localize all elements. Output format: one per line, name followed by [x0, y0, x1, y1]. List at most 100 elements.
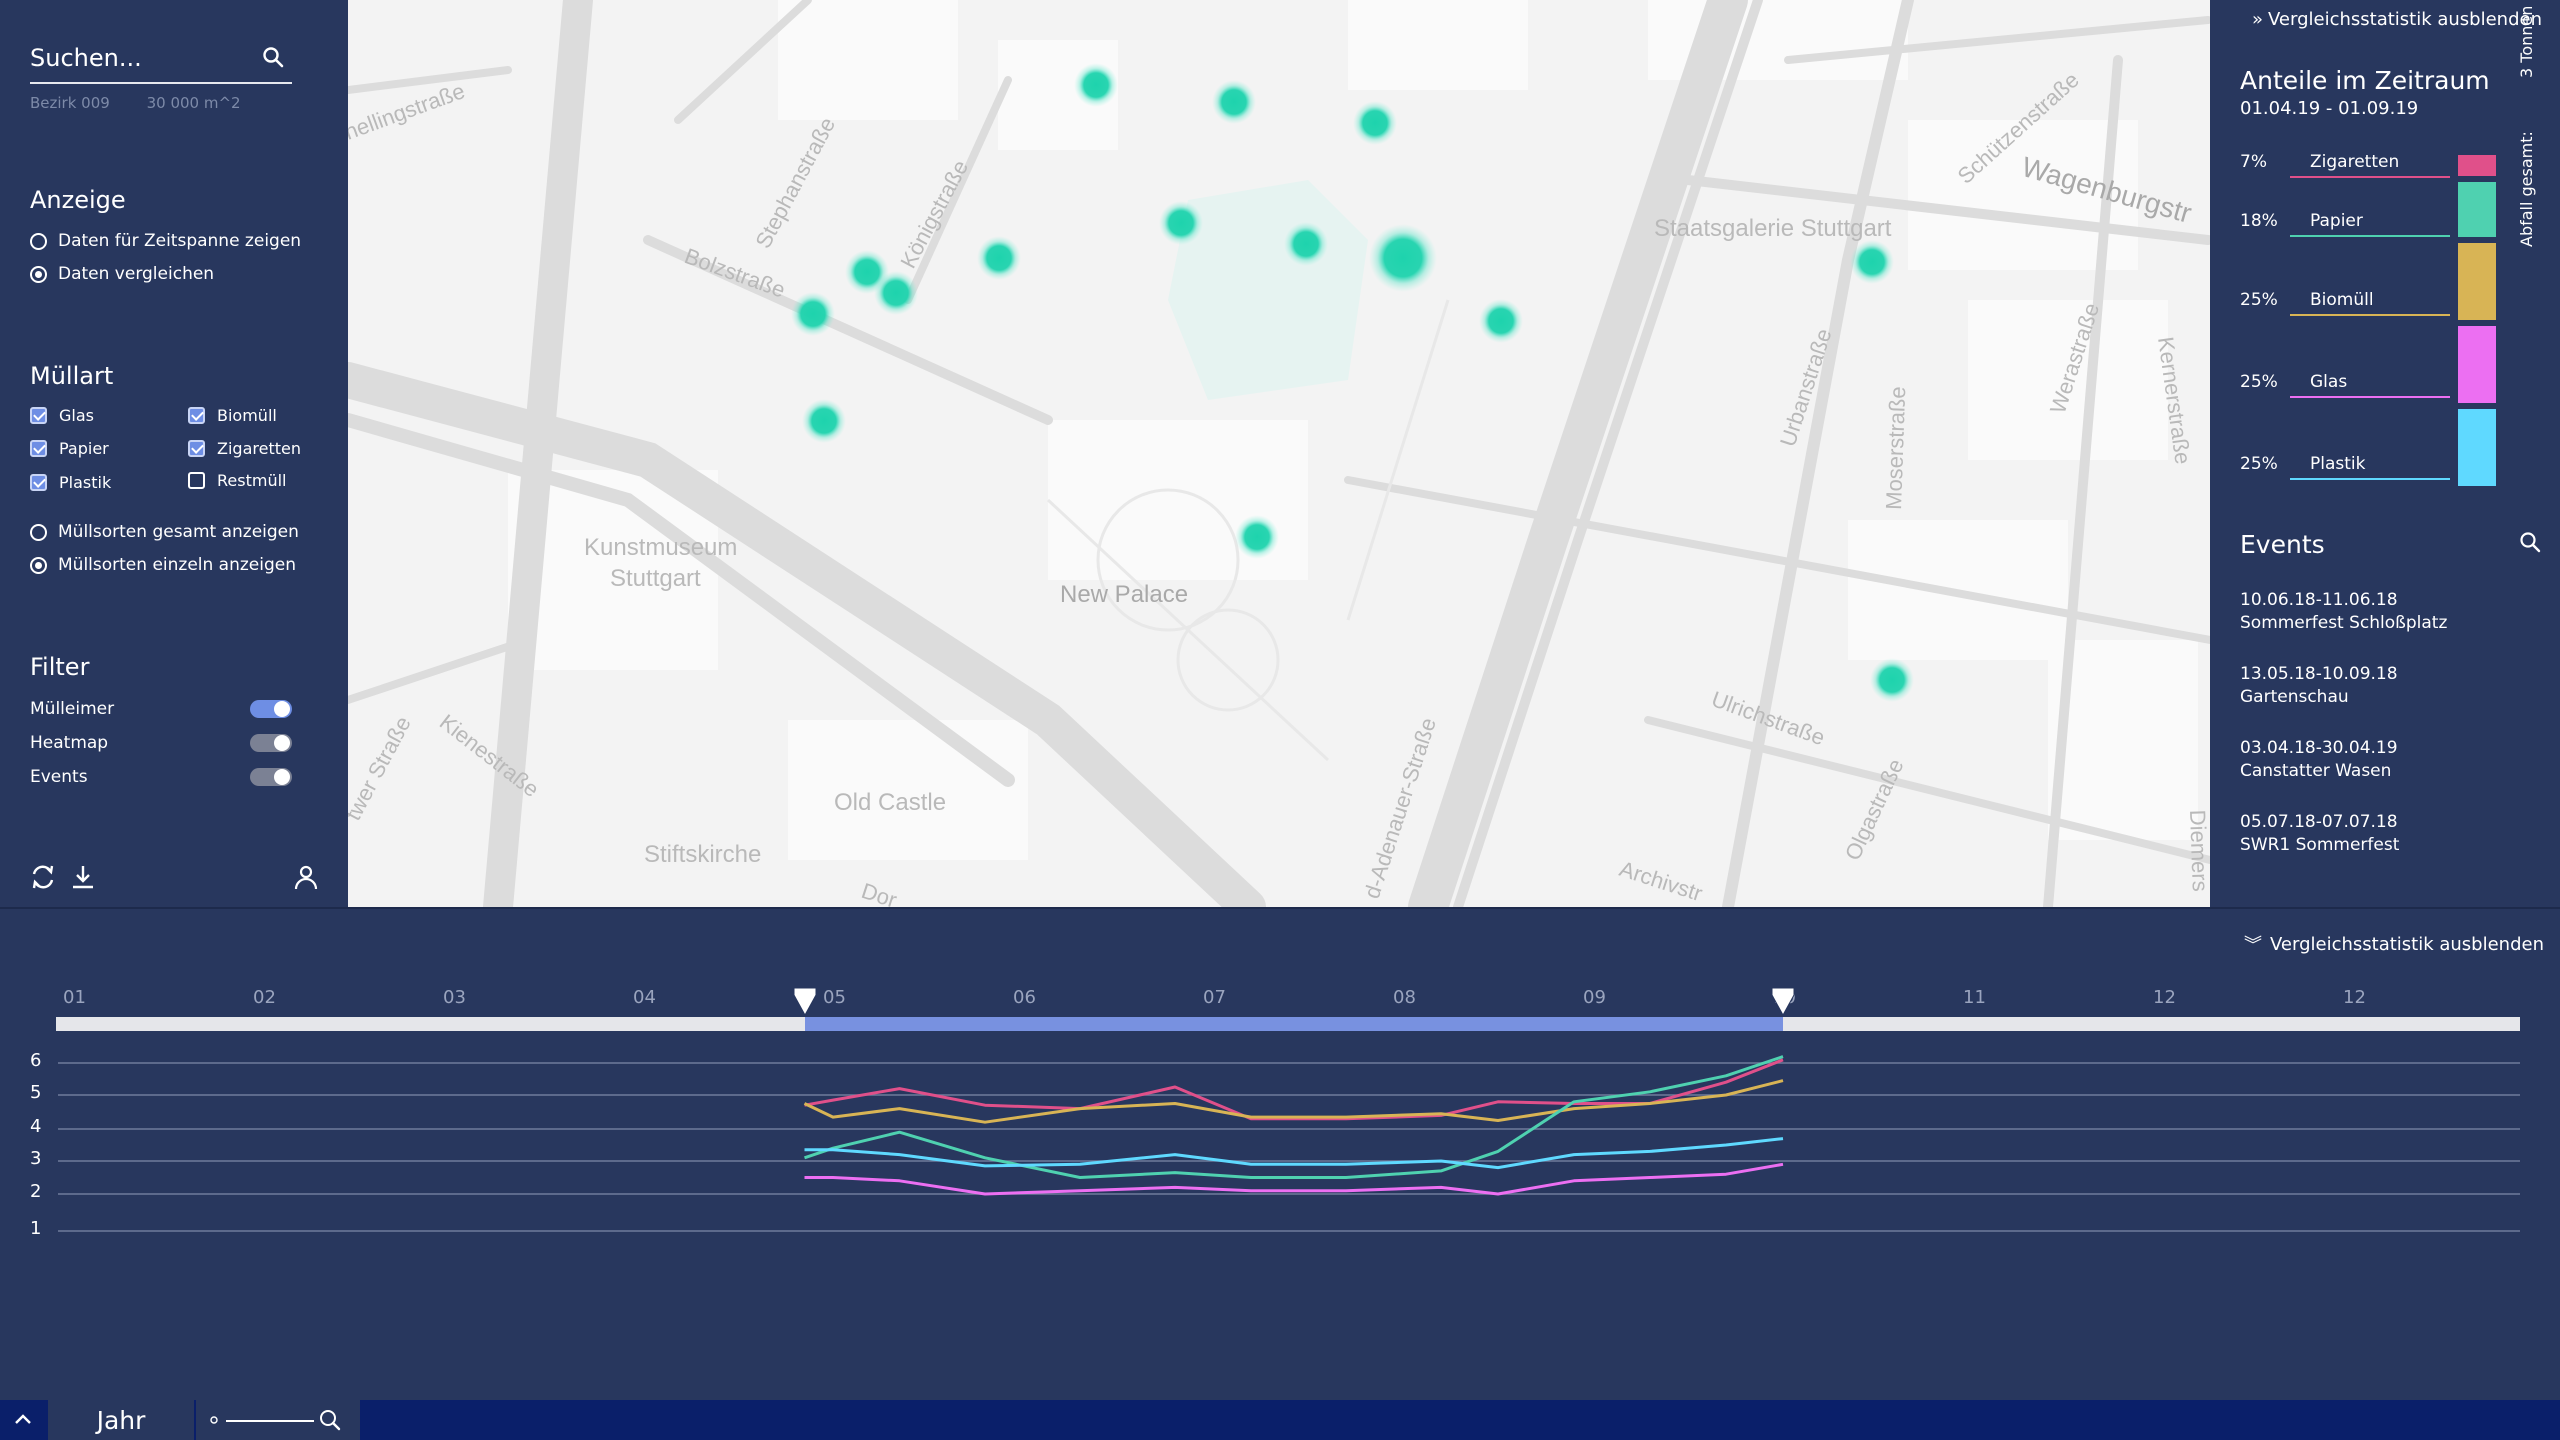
toggle-label: Heatmap [30, 733, 109, 753]
statistics-panel: » Vergleichsstatistik ausblenden Anteile… [2210, 0, 2560, 907]
checkbox-unchecked-icon [188, 471, 205, 489]
download-icon[interactable] [68, 862, 98, 892]
checkbox-label: Glas [59, 405, 94, 425]
search-box [30, 36, 292, 84]
event-item[interactable]: 10.06.18-11.06.18 Sommerfest Schloßplatz [2240, 589, 2447, 635]
chevron-up-icon[interactable] [0, 1400, 46, 1440]
map-label: Old Castle [834, 789, 946, 816]
shares-title: Anteile im Zeitraum [2240, 66, 2490, 95]
bin-marker[interactable] [1850, 240, 1894, 284]
display-option-label: Daten für Zeitspanne zeigen [58, 231, 302, 251]
event-item[interactable]: 13.05.18-10.09.18 Gartenschau [2240, 663, 2398, 709]
bin-marker[interactable] [874, 271, 918, 315]
bin-marker[interactable] [802, 399, 846, 443]
radio-icon [30, 232, 47, 250]
display-option-compare[interactable]: Daten vergleichen [30, 261, 214, 287]
toggle-label: Mülleimer [30, 699, 115, 719]
waste-mode-single[interactable]: Müllsorten einzeln anzeigen [30, 552, 296, 578]
share-bar-segment [2458, 182, 2496, 237]
zoom-slider[interactable] [196, 1400, 360, 1440]
double-chevron-right-icon: » [2251, 9, 2263, 30]
toggle-heatmap[interactable] [250, 734, 292, 752]
filter-heatmap: Heatmap [30, 730, 292, 756]
share-percent: 25% [2240, 454, 2278, 474]
map-label: New Palace [1060, 581, 1188, 608]
bin-marker[interactable] [1212, 80, 1256, 124]
waste-mode-label: Müllsorten einzeln anzeigen [58, 555, 296, 575]
map-label: Staatsgalerie Stuttgart [1654, 215, 1892, 242]
event-date: 13.05.18-10.09.18 [2240, 664, 2398, 684]
timeline-panel: ︾ Vergleichsstatistik ausblenden 01 02 03 0… [0, 907, 2560, 1400]
series-line [803, 1079, 1784, 1124]
event-item[interactable]: 05.07.18-07.07.18 SWR1 Sommerfest [2240, 811, 2399, 857]
share-name: Papier [2290, 211, 2450, 237]
event-date: 10.06.18-11.06.18 [2240, 590, 2398, 610]
series-line [804, 1137, 1784, 1170]
filter-title: Filter [30, 653, 90, 681]
bin-marker[interactable] [1235, 515, 1279, 559]
waste-title: Müllart [30, 362, 114, 390]
checkbox-label: Plastik [59, 472, 112, 492]
share-bar-segment [2458, 409, 2496, 486]
refresh-icon[interactable] [28, 862, 58, 892]
radio-selected-icon [30, 556, 47, 574]
share-bar-segment [2458, 155, 2496, 176]
event-item[interactable]: 03.04.18-30.04.19 Canstatter Wasen [2240, 737, 2398, 783]
map-label: Kunstmuseum [584, 534, 737, 561]
hide-statistics-label: Vergleichsstatistik ausblenden [2268, 9, 2542, 30]
search-icon[interactable] [260, 44, 288, 72]
search-icon[interactable] [2518, 530, 2544, 556]
share-name: Zigaretten [2290, 152, 2450, 178]
display-title: Anzeige [30, 186, 126, 214]
bin-marker[interactable] [1284, 222, 1328, 266]
display-option-label: Daten vergleichen [58, 264, 215, 284]
checkbox-biomuell[interactable]: Biomüll [188, 403, 277, 427]
bin-marker[interactable] [1353, 101, 1397, 145]
event-date: 05.07.18-07.07.18 [2240, 812, 2398, 832]
share-percent: 18% [2240, 211, 2278, 231]
bin-marker[interactable] [791, 292, 835, 336]
total-waste-title: Abfall gesamt: [2517, 131, 2536, 247]
toggle-knob [274, 701, 290, 717]
bottom-bar: Jahr [0, 1400, 2560, 1440]
bin-marker[interactable] [977, 236, 1021, 280]
checkbox-restmuell[interactable]: Restmüll [188, 468, 286, 492]
radio-selected-icon [30, 265, 47, 283]
bin-marker[interactable] [1369, 224, 1437, 292]
display-option-period[interactable]: Daten für Zeitspanne zeigen [30, 228, 301, 254]
series-line [804, 1058, 1784, 1121]
share-bar-segment [2458, 326, 2496, 403]
toggle-knob [274, 735, 290, 751]
checkbox-papier[interactable]: Papier [30, 436, 109, 460]
checkbox-glas[interactable]: Glas [30, 403, 94, 427]
events-title: Events [2240, 530, 2325, 559]
user-icon[interactable] [291, 862, 321, 892]
shares-date-range: 01.04.19 - 01.09.19 [2240, 98, 2419, 119]
series-line [804, 1162, 1784, 1196]
area-label: 30 000 m^2 [146, 94, 241, 112]
waste-mode-total[interactable]: Müllsorten gesamt anzeigen [30, 519, 299, 545]
map-canvas[interactable]: nellingstraße Stephanstraße Königstraße … [348, 0, 2210, 907]
map-label: Stuttgart [610, 565, 701, 592]
bin-marker[interactable] [1159, 201, 1203, 245]
zoom-out-icon [210, 1416, 218, 1424]
line-chart [58, 1055, 2520, 1232]
event-date: 03.04.18-30.04.19 [2240, 738, 2398, 758]
bin-marker[interactable] [1870, 658, 1914, 702]
waste-mode-label: Müllsorten gesamt anzeigen [58, 522, 299, 542]
bin-marker[interactable] [1074, 63, 1118, 107]
search-input[interactable] [30, 36, 250, 80]
checkbox-plastik[interactable]: Plastik [30, 470, 111, 494]
toggle-events[interactable] [250, 768, 292, 786]
map[interactable]: nellingstraße Stephanstraße Königstraße … [348, 0, 2210, 907]
year-selector[interactable]: Jahr [46, 1400, 194, 1440]
hide-statistics-button[interactable]: » Vergleichsstatistik ausblenden [2252, 9, 2542, 30]
checkbox-label: Zigaretten [217, 438, 301, 458]
checkbox-zigaretten[interactable]: Zigaretten [188, 436, 301, 460]
toggle-muelleimer[interactable] [250, 700, 292, 718]
share-bar-segment [2458, 243, 2496, 320]
radio-icon [30, 523, 47, 541]
share-name: Biomüll [2290, 290, 2450, 316]
bin-marker[interactable] [1479, 299, 1523, 343]
map-label: Stiftskirche [644, 841, 761, 868]
